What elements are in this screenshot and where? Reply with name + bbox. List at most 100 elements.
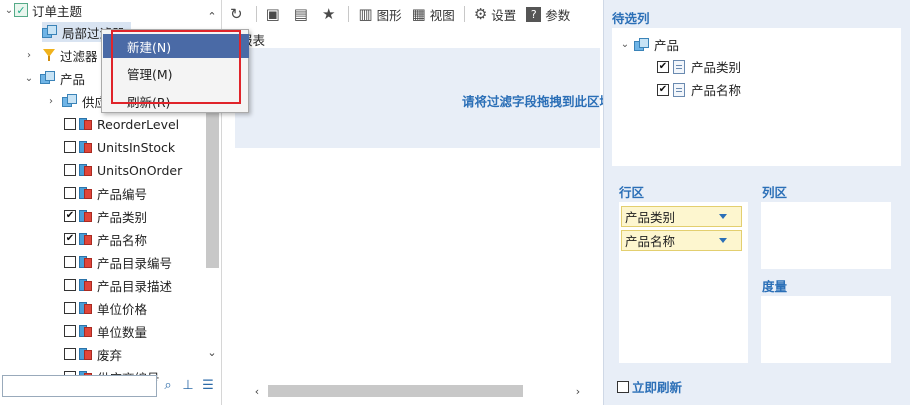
context-menu: 新建(N) 管理(M) 刷新(R)	[101, 29, 249, 113]
pending-field-label: 产品类别	[691, 60, 742, 75]
refresh-button[interactable]: ↻	[226, 2, 251, 26]
column-area-title: 列区	[762, 185, 788, 200]
save-as-icon: ▤	[293, 5, 308, 23]
params-label: 参数	[545, 7, 571, 23]
checkbox[interactable]	[64, 325, 76, 337]
row-field-name[interactable]: 产品名称	[621, 230, 742, 251]
save-as-button[interactable]: ▤	[290, 2, 316, 26]
tree-view-icon[interactable]: ⊥	[180, 377, 196, 393]
tree-field-item[interactable]: ReorderLevel	[64, 114, 179, 134]
drop-hint: 请将过滤字段拖拽到此区域	[462, 94, 613, 109]
pending-node-label: 产品	[654, 38, 680, 53]
auto-refresh-label: 立即刷新	[632, 380, 683, 395]
field-icon	[79, 347, 93, 361]
menu-item-manage[interactable]: 管理(M)	[103, 61, 249, 85]
params-button[interactable]: ? 参数	[522, 2, 574, 26]
topic-icon: ✓	[14, 3, 28, 17]
tree-field-item[interactable]: 废弃	[64, 344, 122, 364]
menu-item-new[interactable]: 新建(N)	[103, 34, 249, 58]
scroll-up-icon[interactable]: ⌃	[204, 8, 220, 24]
tree-node-order-topic[interactable]: ⌄ ✓ 订单主题	[4, 0, 82, 20]
field-icon	[79, 301, 93, 315]
tree-field-item[interactable]: UnitsOnOrder	[64, 160, 182, 180]
gear-icon: ⚙	[473, 5, 488, 23]
auto-refresh-toggle[interactable]: 立即刷新	[617, 377, 682, 396]
checkbox[interactable]	[64, 302, 76, 314]
table-icon	[634, 37, 650, 52]
field-icon	[79, 255, 93, 269]
dropdown-arrow-icon[interactable]	[719, 238, 727, 243]
tree-field-item[interactable]: ✔ 产品类别	[64, 206, 147, 226]
checkbox[interactable]	[64, 164, 76, 176]
row-field-label: 产品名称	[625, 234, 676, 249]
toolbar-divider	[463, 6, 465, 22]
pending-field-category[interactable]: ✔ 产品类别	[657, 57, 741, 76]
checkbox[interactable]	[64, 348, 76, 360]
toolbar-divider	[255, 6, 257, 22]
tree-field-item[interactable]: UnitsInStock	[64, 137, 175, 157]
view-button[interactable]: ▦ 视图	[408, 2, 459, 26]
save-icon: ▣	[265, 5, 280, 23]
checkbox[interactable]: ✔	[657, 83, 669, 96]
scroll-left-icon[interactable]: ‹	[249, 383, 265, 399]
measure-box[interactable]	[761, 296, 891, 363]
horizontal-scrollbar[interactable]: ‹ ›	[235, 383, 600, 399]
collapse-arrow-icon[interactable]: ⌄	[4, 3, 14, 17]
pending-field-label: 产品名称	[691, 83, 742, 98]
collapse-arrow-icon[interactable]: ⌄	[24, 71, 34, 85]
checkbox[interactable]	[64, 141, 76, 153]
checkbox[interactable]: ✔	[64, 233, 76, 245]
scrollbar-thumb[interactable]	[268, 385, 523, 397]
tree-node-filter[interactable]: › 过滤器	[24, 45, 98, 65]
tree-field-label: 废弃	[97, 347, 123, 363]
pending-node-product[interactable]: ⌄ 产品	[620, 35, 679, 54]
tree-field-item[interactable]: 产品目录编号	[64, 252, 172, 272]
tree-field-label: 产品目录编号	[97, 255, 173, 271]
list-view-icon[interactable]: ☰	[200, 377, 216, 393]
star-icon: ★	[321, 5, 336, 23]
save-button[interactable]: ▣	[262, 2, 288, 26]
collapse-arrow-icon[interactable]: ⌄	[620, 38, 630, 52]
favorite-button[interactable]: ★	[318, 2, 343, 26]
tree-field-label: ReorderLevel	[97, 116, 180, 132]
checkbox[interactable]	[64, 187, 76, 199]
expand-arrow-icon[interactable]: ›	[24, 48, 34, 62]
dropdown-arrow-icon[interactable]	[719, 214, 727, 219]
tree-field-label: UnitsOnOrder	[97, 162, 183, 178]
field-icon	[79, 324, 93, 338]
settings-button[interactable]: ⚙ 设置	[470, 2, 520, 26]
field-icon	[79, 186, 93, 200]
row-field-category[interactable]: 产品类别	[621, 206, 742, 227]
tree-field-item[interactable]: 产品目录描述	[64, 275, 172, 295]
view-icon: ▦	[411, 5, 426, 23]
search-input[interactable]	[2, 375, 157, 397]
tree-field-label: 产品类别	[97, 209, 148, 225]
tree-field-item[interactable]: 产品编号	[64, 183, 147, 203]
help-icon: ?	[526, 6, 542, 22]
checkbox[interactable]	[617, 380, 629, 393]
tree-node-label: 订单主题	[32, 3, 83, 19]
expand-arrow-icon[interactable]: ›	[46, 94, 56, 108]
scroll-down-icon[interactable]: ⌄	[204, 344, 220, 360]
checkbox[interactable]	[64, 118, 76, 130]
checkbox[interactable]	[64, 256, 76, 268]
row-area-title: 行区	[619, 185, 645, 200]
column-area-box[interactable]	[761, 202, 891, 269]
checkbox[interactable]	[64, 279, 76, 291]
tree-field-item[interactable]: 单位数量	[64, 321, 147, 341]
checkbox[interactable]: ✔	[657, 60, 669, 73]
tree-field-label: 单位数量	[97, 324, 148, 340]
chart-label: 图形	[376, 7, 402, 23]
scroll-right-icon[interactable]: ›	[570, 383, 586, 399]
tree-field-label: 单位价格	[97, 301, 148, 317]
pending-field-name[interactable]: ✔ 产品名称	[657, 80, 741, 99]
menu-item-refresh[interactable]: 刷新(R)	[103, 89, 249, 113]
tree-field-item[interactable]: ✔ 产品名称	[64, 229, 147, 249]
tree-node-label: 产品	[60, 71, 86, 87]
chart-button[interactable]: ▥ 图形	[354, 2, 405, 26]
tree-field-item[interactable]: 单位价格	[64, 298, 147, 318]
table-icon	[42, 25, 58, 39]
checkbox[interactable]: ✔	[64, 210, 76, 222]
tree-node-product[interactable]: ⌄ 产品	[24, 68, 85, 88]
search-icon[interactable]: ⌕	[160, 377, 176, 393]
